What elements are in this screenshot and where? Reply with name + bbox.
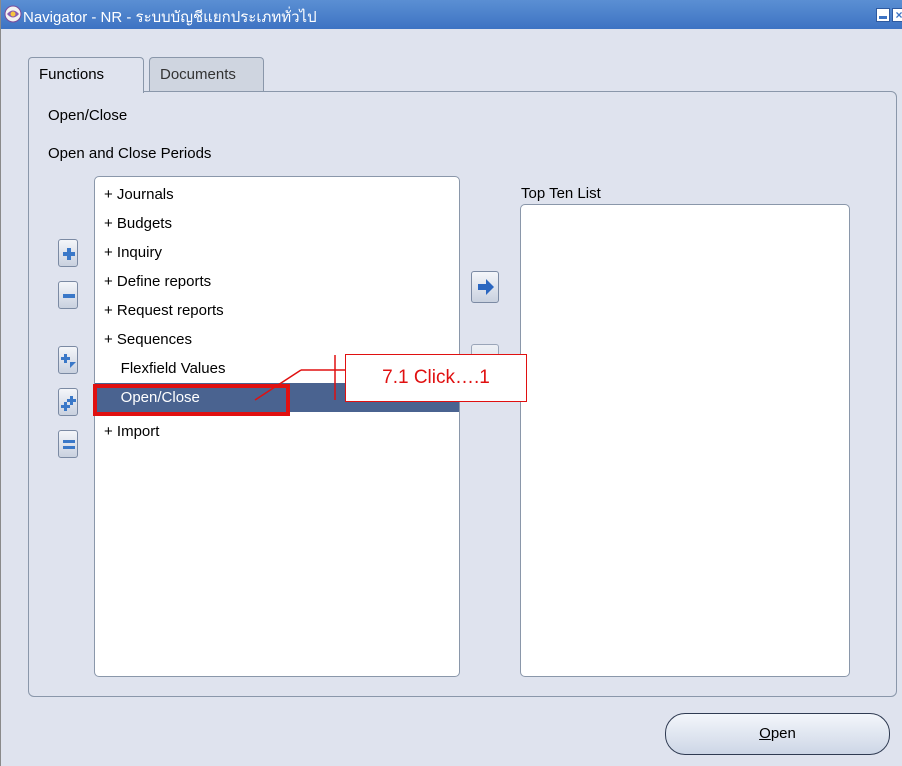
add-to-top-ten-button[interactable]	[471, 271, 499, 303]
plus-icon	[63, 248, 75, 260]
list-item-inquiry[interactable]: + Inquiry	[95, 238, 459, 267]
expand-branch-button[interactable]	[58, 346, 78, 374]
current-function-label: Open/Close	[48, 107, 128, 124]
navigator-window: Navigator - NR - ระบบบัญชีแยกประเภททั่วไ…	[0, 0, 902, 766]
collapse-all-button[interactable]	[58, 430, 78, 458]
tab-documents[interactable]: Documents	[149, 57, 264, 91]
minus-icon	[63, 294, 75, 298]
open-button-label: pen	[770, 725, 796, 742]
function-description: Open and Close Periods	[48, 145, 212, 162]
open-button[interactable]: Open	[665, 713, 890, 755]
minimize-button[interactable]	[876, 8, 890, 22]
list-item-import[interactable]: + Import	[95, 417, 459, 446]
window-title: Navigator - NR - ระบบบัญชีแยกประเภททั่วไ…	[23, 9, 317, 26]
list-item-request-reports[interactable]: + Request reports	[95, 296, 459, 325]
list-item-budgets[interactable]: + Budgets	[95, 209, 459, 238]
top-ten-list[interactable]	[520, 204, 850, 677]
collapse-button[interactable]	[58, 281, 78, 309]
oracle-app-icon	[4, 5, 22, 23]
top-ten-label: Top Ten List	[521, 185, 601, 202]
highlight-box	[93, 384, 290, 416]
close-button[interactable]: ×	[892, 8, 902, 22]
list-item-define-reports[interactable]: + Define reports	[95, 267, 459, 296]
expand-all-icon	[61, 396, 76, 411]
expand-button[interactable]	[58, 239, 78, 267]
arrow-right-icon	[478, 279, 494, 295]
list-item-sequences[interactable]: + Sequences	[95, 325, 459, 354]
open-button-mnemonic: O	[759, 725, 771, 742]
title-bar[interactable]: Navigator - NR - ระบบบัญชีแยกประเภททั่วไ…	[1, 0, 902, 29]
callout-label: 7.1 Click….1	[345, 354, 527, 402]
list-item-journals[interactable]: + Journals	[95, 180, 459, 209]
expand-all-button[interactable]	[58, 388, 78, 416]
collapse-all-icon	[63, 440, 75, 449]
function-list[interactable]: + Journals + Budgets + Inquiry + Define …	[94, 176, 460, 677]
expand-branch-icon	[61, 354, 76, 368]
tab-functions[interactable]: Functions	[28, 57, 144, 93]
